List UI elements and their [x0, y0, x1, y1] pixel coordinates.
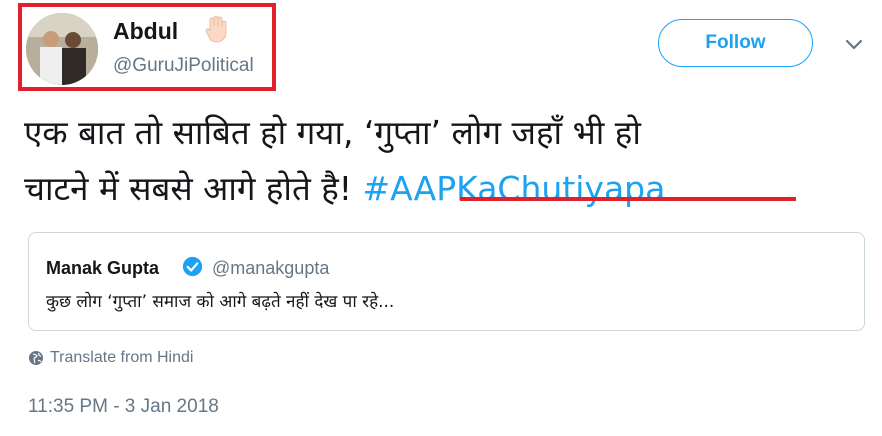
quoted-author-handle: @manakgupta	[212, 258, 330, 278]
avatar[interactable]	[26, 13, 98, 85]
translate-link[interactable]: Translate from Hindi	[50, 349, 193, 367]
annotation-underline	[460, 197, 796, 201]
avatar-photo	[26, 13, 98, 85]
tweet-text-line2-body: चाटने में सबसे आगे होते है!	[24, 169, 363, 208]
quoted-author-name: Manak Gupta	[46, 258, 160, 278]
raised-hand-icon	[205, 15, 227, 43]
hashtag-link[interactable]: #AAPKaChutiyapa	[363, 169, 666, 208]
tweet-text-line1: एक बात तो साबित हो गया, ‘गुप्ता’ लोग जहा…	[24, 113, 641, 152]
globe-icon	[29, 351, 43, 365]
quoted-tweet-text: कुछ लोग ‘गुप्ता’ समाज को आगे बढ़ते नहीं …	[46, 292, 395, 312]
tweet-text-line2: चाटने में सबसे आगे होते है! #AAPKaChutiy…	[24, 161, 864, 217]
follow-button[interactable]: Follow	[658, 19, 813, 67]
timestamp[interactable]: 11:35 PM - 3 Jan 2018	[28, 396, 219, 418]
chevron-down-icon[interactable]	[845, 38, 863, 52]
verified-badge-icon	[182, 256, 203, 277]
quoted-tweet[interactable]: Manak Gupta @manakgupta कुछ लोग ‘गुप्ता’…	[28, 232, 865, 331]
author-handle[interactable]: @GuruJiPolitical	[113, 55, 254, 77]
author-name[interactable]: Abdul	[113, 18, 178, 45]
